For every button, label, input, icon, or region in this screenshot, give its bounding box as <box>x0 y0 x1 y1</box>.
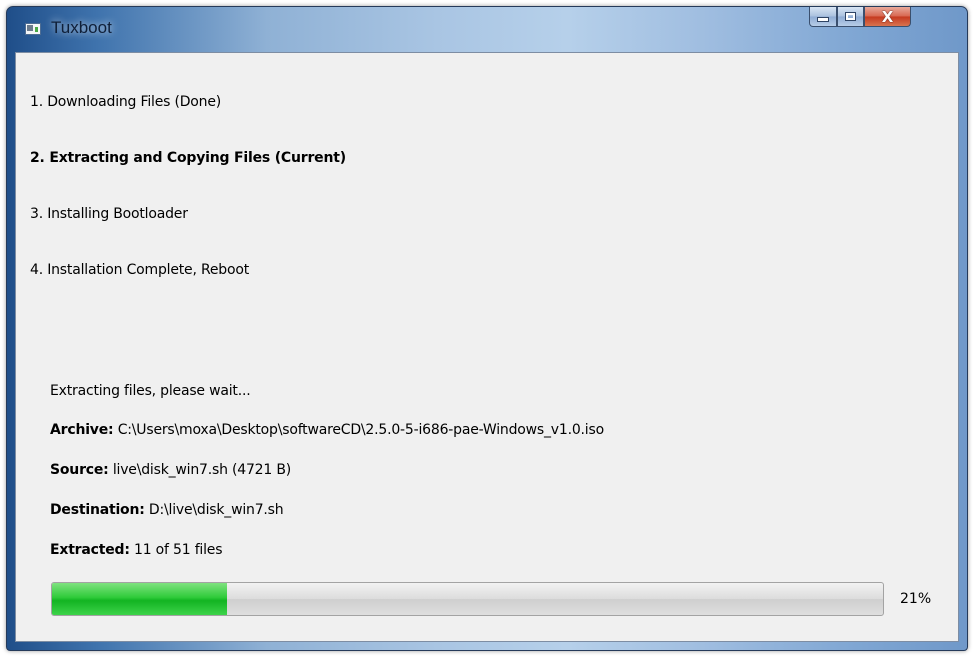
step-extracting: 2. Extracting and Copying Files (Current… <box>30 150 346 166</box>
extracted-value: 11 of 51 files <box>134 542 223 558</box>
progress-percent-label: 21% <box>900 591 932 607</box>
step-complete: 4. Installation Complete, Reboot <box>30 262 249 278</box>
progress-fill <box>52 583 227 615</box>
destination-row: Destination: D:\live\disk_win7.sh <box>50 502 284 518</box>
archive-value: C:\Users\moxa\Desktop\softwareCD\2.5.0-5… <box>117 422 604 438</box>
archive-label: Archive: <box>50 422 114 438</box>
minimize-icon <box>817 17 829 22</box>
close-button[interactable]: X <box>864 7 911 27</box>
close-icon: X <box>881 7 894 26</box>
title-bar[interactable]: Tuxboot X <box>7 7 967 52</box>
minimize-button[interactable] <box>809 7 837 27</box>
destination-value: D:\live\disk_win7.sh <box>148 502 284 518</box>
maximize-button[interactable] <box>837 7 864 27</box>
app-window-icon <box>25 23 41 35</box>
archive-row: Archive: C:\Users\moxa\Desktop\softwareC… <box>50 422 604 438</box>
extracted-label: Extracted: <box>50 542 130 558</box>
step-downloading: 1. Downloading Files (Done) <box>30 94 222 110</box>
source-row: Source: live\disk_win7.sh (4721 B) <box>50 462 291 478</box>
installer-panel: 1. Downloading Files (Done) 2. Extractin… <box>15 52 959 642</box>
window-title: Tuxboot <box>51 18 112 37</box>
tuxboot-window: Tuxboot X 1. Downloading Files (Done) 2.… <box>6 6 968 651</box>
extracted-row: Extracted: 11 of 51 files <box>50 542 223 558</box>
status-text: Extracting files, please wait... <box>50 383 251 399</box>
source-label: Source: <box>50 462 109 478</box>
maximize-icon <box>845 12 856 21</box>
destination-label: Destination: <box>50 502 145 518</box>
source-value: live\disk_win7.sh (4721 B) <box>112 462 292 478</box>
step-bootloader: 3. Installing Bootloader <box>30 206 188 222</box>
extraction-progress-bar <box>51 582 884 616</box>
